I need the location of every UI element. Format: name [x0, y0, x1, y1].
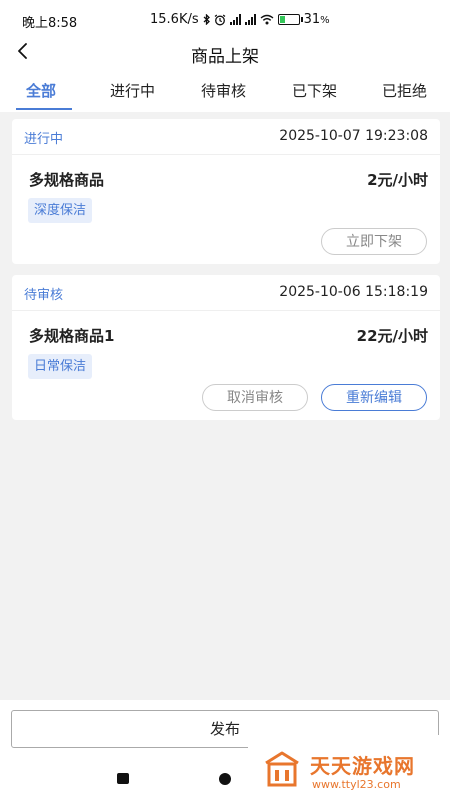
- tab-all[interactable]: 全部: [26, 80, 56, 101]
- battery-level-fill: [279, 16, 285, 23]
- tab-bar: 全部 进行中 待审核 已下架 已拒绝: [0, 76, 450, 112]
- cell-signal-2-icon: [244, 14, 256, 25]
- watermark-logo-icon: [265, 751, 299, 787]
- nav-bar: 商品上架: [0, 32, 450, 72]
- top-area: 晚上8:58 15.6K/s 31% 商品上架 全部 进行中 待审核 已下架 已…: [0, 0, 450, 112]
- recent-apps-icon[interactable]: [117, 773, 129, 784]
- product-name: 多规格商品1: [29, 327, 115, 345]
- card-header: 进行中 2025-10-07 19:23:08: [12, 119, 440, 155]
- cancel-review-button[interactable]: 取消审核: [202, 384, 308, 411]
- card-time: 2025-10-06 15:18:19: [279, 284, 428, 300]
- card-status: 进行中: [24, 132, 64, 147]
- status-indicators: 15.6K/s 31%: [150, 12, 330, 27]
- status-time: 晚上8:58: [22, 16, 78, 31]
- product-card[interactable]: 进行中 2025-10-07 19:23:08 多规格商品 2元/小时 深度保洁…: [12, 119, 440, 264]
- cell-signal-icon: [229, 14, 241, 25]
- card-header: 待审核 2025-10-06 15:18:19: [12, 275, 440, 311]
- service-tag: 深度保洁: [28, 198, 93, 223]
- delist-now-button[interactable]: 立即下架: [321, 228, 427, 255]
- tab-pending-review[interactable]: 待审核: [201, 80, 246, 101]
- tab-delisted[interactable]: 已下架: [292, 80, 337, 101]
- home-icon[interactable]: [219, 773, 231, 785]
- tab-active-indicator: [16, 108, 72, 110]
- alarm-clock-icon: [214, 14, 226, 25]
- product-price: 22元/小时: [356, 327, 428, 345]
- watermark-url: www.ttyl23.com: [312, 778, 401, 791]
- watermark-name: 天天游戏网: [310, 754, 415, 778]
- product-card[interactable]: 待审核 2025-10-06 15:18:19 多规格商品1 22元/小时 日常…: [12, 275, 440, 420]
- product-price: 2元/小时: [367, 171, 428, 189]
- battery-value: 31: [303, 12, 321, 27]
- battery-icon: [277, 14, 303, 25]
- network-speed: 15.6K/s: [150, 12, 199, 27]
- watermark: 天天游戏网 www.ttyl23.com: [248, 735, 450, 800]
- bluetooth-icon: [203, 14, 210, 25]
- card-status: 待审核: [24, 288, 64, 303]
- tab-in-progress[interactable]: 进行中: [110, 80, 155, 101]
- page-title: 商品上架: [191, 47, 259, 67]
- tab-rejected[interactable]: 已拒绝: [382, 80, 427, 101]
- wifi-icon: [260, 14, 274, 25]
- product-name: 多规格商品: [29, 171, 105, 189]
- card-time: 2025-10-07 19:23:08: [279, 128, 428, 144]
- re-edit-button[interactable]: 重新编辑: [321, 384, 427, 411]
- battery-percent: 31%: [304, 12, 330, 27]
- battery-unit: %: [320, 15, 330, 26]
- service-tag: 日常保洁: [28, 354, 93, 379]
